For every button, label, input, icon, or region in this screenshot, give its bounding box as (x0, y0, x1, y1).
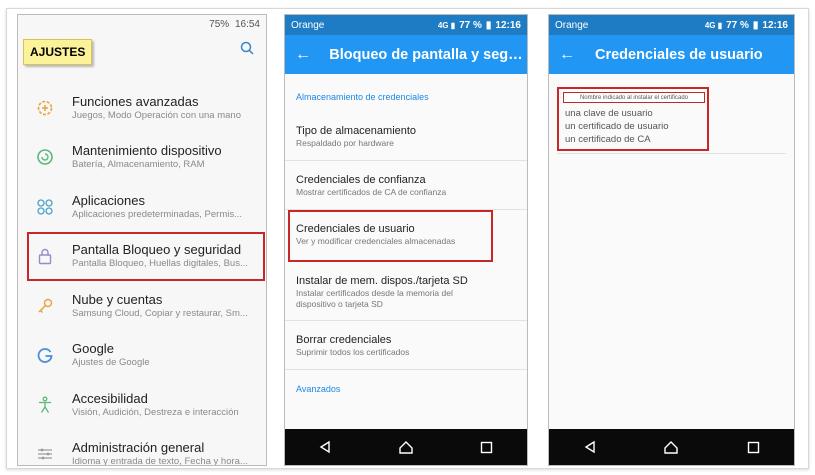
pref-credenciales-confianza[interactable]: Credenciales de confianza Mostrar certif… (285, 161, 527, 210)
sliders-icon (32, 441, 58, 465)
lock-security-screen: Orange 4G ▮ 77 % ▮ 12:16 ← Bloqueo de pa… (284, 14, 528, 466)
battery-icon: ▮ (752, 19, 759, 31)
item-subtitle: Idioma y entrada de texto, Fecha y hora.… (72, 456, 248, 466)
settings-item-administracion[interactable]: Administración general Idioma y entrada … (18, 430, 266, 466)
samsung-settings-screen: 75% 16:54 AJUSTES Funciones avanzadas Ju… (17, 14, 267, 466)
settings-item-google[interactable]: Google Ajustes de Google (18, 331, 266, 381)
pref-title: Credenciales de confianza (296, 174, 426, 186)
settings-item-pantalla-bloqueo[interactable]: Pantalla Bloqueo y seguridad Pantalla Bl… (27, 231, 265, 281)
settings-item-mantenimiento[interactable]: Mantenimiento dispositivo Batería, Almac… (18, 133, 266, 183)
pref-title: Tipo de almacenamiento (296, 125, 417, 137)
key-icon (32, 293, 58, 319)
item-title: Pantalla Bloqueo y seguridad (72, 242, 242, 258)
certificate-name-tag: Nombre indicado al instalar el certifica… (563, 92, 705, 103)
status-battery: 75% (209, 19, 230, 30)
item-title: Administración general (72, 440, 205, 456)
pref-credenciales-usuario[interactable]: Credenciales de usuario Ver y modificar … (288, 210, 493, 262)
home-icon[interactable] (661, 437, 681, 457)
nav-bar (285, 429, 527, 465)
page-title: Bloqueo de pantalla y segurid... (329, 46, 527, 63)
status-time: 12:16 (762, 19, 788, 31)
app-bar: ← Credenciales de usuario (549, 35, 794, 74)
item-subtitle: Pantalla Bloqueo, Huellas digitales, Bus… (72, 258, 248, 270)
settings-item-nube-cuentas[interactable]: Nube y cuentas Samsung Cloud, Copiar y r… (18, 281, 266, 331)
accessibility-icon (32, 392, 58, 418)
credential-line: un certificado de usuario (565, 121, 669, 132)
status-carrier: Orange (555, 19, 589, 31)
google-icon (32, 342, 58, 368)
item-title: Aplicaciones (72, 192, 145, 208)
item-title: Funciones avanzadas (72, 93, 199, 109)
recents-icon[interactable] (477, 437, 497, 457)
status-bar: Orange 4G ▮ 77 % ▮ 12:16 (285, 15, 527, 35)
credential-contents: una clave de usuario un certificado de u… (565, 107, 669, 146)
pref-summary: Respaldado por hardware (296, 138, 394, 148)
item-subtitle: Visión, Audición, Destreza e interacción (72, 406, 239, 418)
refresh-circle-icon (32, 144, 58, 170)
credential-line: un certificado de CA (565, 134, 651, 145)
credential-line: una clave de usuario (565, 108, 653, 119)
status-bar: 75% 16:54 (18, 15, 266, 33)
settings-header: AJUSTES (18, 33, 266, 77)
status-bar: Orange 4G ▮ 77 % ▮ 12:16 (549, 15, 794, 35)
status-battery: 77 % (459, 19, 482, 31)
pref-summary: Ver y modificar credenciales almacenadas (296, 236, 456, 246)
pref-summary: Instalar certificados desde la memoria d… (296, 288, 453, 298)
pref-title: Credenciales de usuario (296, 223, 415, 235)
signal-icon: 4G ▮ (704, 20, 723, 30)
lock-icon (32, 243, 58, 269)
item-subtitle: Batería, Almacenamiento, RAM (72, 159, 205, 171)
item-title: Accesibilidad (72, 390, 148, 406)
item-subtitle: Juegos, Modo Operación con una mano (72, 109, 241, 121)
back-arrow-icon[interactable]: ← (559, 46, 577, 64)
settings-list: Funciones avanzadas Juegos, Modo Operaci… (18, 77, 266, 466)
section-header-avanzados: Avanzados (296, 384, 341, 394)
gear-plus-icon (32, 95, 58, 121)
status-battery: 77 % (726, 19, 749, 31)
pref-summary: dispositivo o tarjeta SD (296, 299, 383, 309)
apps-grid-icon (32, 194, 58, 220)
credential-entry-highlight[interactable]: Nombre indicado al instalar el certifica… (557, 87, 709, 151)
pref-borrar-credenciales[interactable]: Borrar credenciales Suprimir todos los c… (285, 321, 527, 370)
settings-item-funciones-avanzadas[interactable]: Funciones avanzadas Juegos, Modo Operaci… (18, 83, 266, 133)
status-time: 16:54 (234, 19, 260, 30)
item-subtitle: Aplicaciones predeterminadas, Permis... (72, 208, 243, 220)
home-icon[interactable] (396, 437, 416, 457)
nav-bar (549, 429, 794, 465)
item-title: Nube y cuentas (72, 291, 163, 307)
back-triangle-icon[interactable] (580, 437, 600, 457)
back-triangle-icon[interactable] (315, 437, 335, 457)
page-title: Credenciales de usuario (595, 46, 763, 63)
pref-summary: Mostrar certificados de CA de confianza (296, 187, 447, 197)
signal-icon: 4G ▮ (437, 20, 456, 30)
app-bar: ← Bloqueo de pantalla y segurid... (285, 35, 527, 74)
list-divider (557, 153, 786, 154)
pref-title: Borrar credenciales (296, 334, 392, 346)
recents-icon[interactable] (743, 437, 763, 457)
pref-title: Instalar de mem. dispos./tarjeta SD (296, 275, 468, 287)
user-credentials-screen: Orange 4G ▮ 77 % ▮ 12:16 ← Credenciales … (548, 14, 795, 466)
back-arrow-icon[interactable]: ← (295, 46, 311, 64)
section-header: Almacenamiento de credenciales (296, 92, 429, 102)
item-title: Mantenimiento dispositivo (72, 143, 222, 159)
pref-tipo-almacenamiento[interactable]: Tipo de almacenamiento Respaldado por ha… (285, 112, 527, 161)
status-time: 12:16 (495, 19, 521, 31)
page-title-label: AJUSTES (23, 39, 93, 65)
search-icon[interactable] (240, 41, 254, 55)
item-title: Google (72, 341, 114, 357)
status-carrier: Orange (291, 19, 325, 31)
item-subtitle: Samsung Cloud, Copiar y restaurar, Sm... (72, 307, 248, 319)
battery-icon: ▮ (485, 19, 492, 31)
pref-instalar-sd[interactable]: Instalar de mem. dispos./tarjeta SD Inst… (285, 262, 527, 321)
item-subtitle: Ajustes de Google (72, 357, 150, 369)
settings-item-aplicaciones[interactable]: Aplicaciones Aplicaciones predeterminada… (18, 182, 266, 232)
pref-summary: Suprimir todos los certificados (296, 347, 410, 357)
settings-item-accesibilidad[interactable]: Accesibilidad Visión, Audición, Destreza… (18, 380, 266, 430)
